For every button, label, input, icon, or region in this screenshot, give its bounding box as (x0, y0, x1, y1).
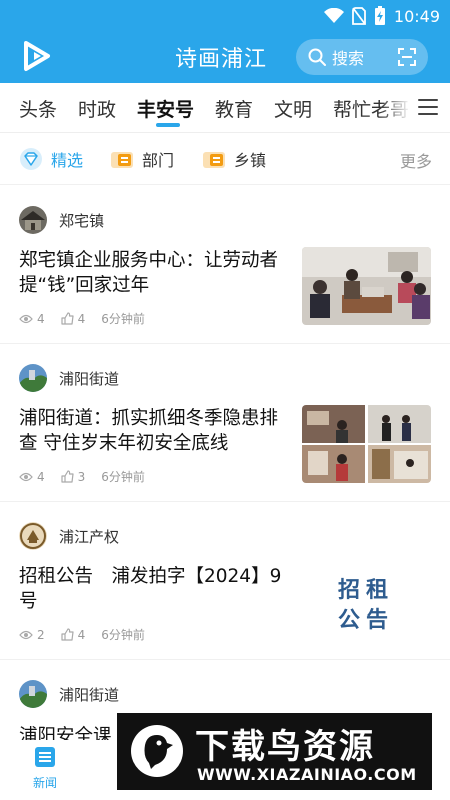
publish-time: 6分钟前 (101, 470, 145, 484)
status-time: 10:49 (393, 6, 440, 26)
avatar (19, 522, 47, 550)
tab-fengan[interactable]: 丰安号 (137, 95, 194, 122)
card-headline[interactable]: 浦阳街道：抓实抓细冬季隐患排查 守住岁末年初安全底线 (19, 406, 289, 456)
card-thumbnail[interactable] (302, 247, 431, 325)
author-name: 浦阳街道 (59, 369, 120, 388)
svg-text:招租: 招租 (338, 578, 394, 603)
tab-civilization[interactable]: 文明 (274, 95, 312, 122)
tab-politics[interactable]: 时政 (78, 95, 116, 122)
sub-filter-bar: 精选 部门 乡镇 更多 (0, 133, 450, 185)
avatar (19, 680, 47, 708)
menu-icon[interactable] (418, 99, 438, 115)
avatar (19, 364, 47, 392)
app-logo-icon[interactable] (22, 40, 52, 72)
thumbs-up-icon (61, 470, 74, 483)
sub-item-township[interactable]: 乡镇 (202, 147, 266, 171)
watermark-url: WWW.XIAZAINIAO.COM (197, 765, 417, 784)
thumbs-up-icon (61, 312, 74, 325)
card-author[interactable]: 郑宅镇 (19, 206, 104, 234)
township-icon (203, 152, 225, 168)
author-name: 浦江产权 (59, 527, 120, 546)
card-headline-partial[interactable]: 浦阳安全课 (19, 724, 112, 740)
card-meta: 4 4 6分钟前 (19, 310, 161, 327)
author-name: 郑宅镇 (59, 211, 105, 230)
nav-item-news[interactable]: 新闻 (28, 746, 62, 791)
category-tabs: 头条 时政 丰安号 教育 文明 帮忙老哥 (0, 83, 450, 133)
sub-item-township-label: 乡镇 (234, 151, 267, 170)
card-meta: 4 3 6分钟前 (19, 468, 161, 485)
avatar (19, 206, 47, 234)
card-thumbnail[interactable]: 招租 公告 (302, 563, 431, 641)
publish-time: 6分钟前 (101, 312, 145, 326)
thumbs-up-icon (61, 628, 74, 641)
news-feed: 郑宅镇 郑宅镇企业服务中心：让劳动者提“钱”回家过年 4 4 6分钟前 浦阳街道… (0, 186, 450, 714)
app-title: 诗画浦江 (175, 47, 268, 72)
news-card[interactable]: 浦江产权 招租公告 浦发拍字【2024】9号 2 4 6分钟前 招租 公告 (0, 502, 450, 660)
card-headline[interactable]: 郑宅镇企业服务中心：让劳动者提“钱”回家过年 (19, 248, 289, 298)
no-sim-icon (351, 7, 366, 25)
eye-icon (19, 472, 33, 481)
active-tab-indicator (156, 123, 180, 127)
sub-item-featured-label: 精选 (51, 151, 84, 170)
bottom-nav: 新闻 (0, 740, 117, 800)
bird-logo-icon (131, 725, 183, 777)
sub-item-department-label: 部门 (142, 151, 175, 170)
watermark-banner: 下载鸟资源 WWW.XIAZAINIAO.COM (117, 713, 432, 790)
department-icon (111, 152, 133, 168)
battery-charging-icon (374, 6, 385, 25)
status-bar: 10:49 (0, 0, 450, 30)
more-link[interactable]: 更多 (400, 148, 432, 172)
sub-item-featured[interactable]: 精选 (19, 147, 83, 171)
news-card[interactable]: 郑宅镇 郑宅镇企业服务中心：让劳动者提“钱”回家过年 4 4 6分钟前 (0, 186, 450, 344)
watermark-title: 下载鸟资源 (195, 727, 375, 767)
card-author[interactable]: 浦江产权 (19, 522, 119, 550)
card-author[interactable]: 浦阳街道 (19, 680, 119, 708)
card-author[interactable]: 浦阳街道 (19, 364, 119, 392)
scan-icon[interactable] (398, 48, 416, 66)
view-count: 4 (19, 312, 45, 326)
card-headline[interactable]: 招租公告 浦发拍字【2024】9号 (19, 564, 289, 614)
like-count: 4 (61, 628, 85, 642)
app-bar: 诗画浦江 搜索 (0, 34, 450, 80)
like-count: 4 (61, 312, 85, 326)
eye-icon (19, 314, 33, 323)
publish-time: 6分钟前 (101, 628, 145, 642)
search-icon (308, 48, 326, 66)
search-box[interactable]: 搜索 (296, 39, 428, 75)
app-screen: 10:49 诗画浦江 搜索 头条 时政 丰安号 教育 文明 帮忙老哥 精选 部门… (0, 0, 450, 800)
sub-item-department[interactable]: 部门 (110, 147, 174, 171)
diamond-icon (20, 148, 42, 170)
card-meta: 2 4 6分钟前 (19, 626, 161, 643)
like-count: 3 (61, 470, 85, 484)
search-label: 搜索 (332, 49, 365, 68)
status-icons: 10:49 (323, 6, 440, 26)
card-thumbnail[interactable] (302, 405, 431, 483)
header: 10:49 诗画浦江 搜索 (0, 0, 450, 83)
wifi-icon (323, 8, 344, 23)
notice-thumbnail-art: 招租 公告 (338, 578, 394, 633)
news-card[interactable]: 浦阳街道 浦阳街道：抓实抓细冬季隐患排查 守住岁末年初安全底线 4 3 6分钟前 (0, 344, 450, 502)
news-card[interactable]: 浦阳街道 (0, 660, 450, 714)
eye-icon (19, 630, 33, 639)
tab-headline[interactable]: 头条 (19, 95, 57, 122)
nav-item-news-label: 新闻 (32, 776, 57, 790)
view-count: 2 (19, 628, 45, 642)
news-icon (35, 747, 55, 767)
tabs-fade (380, 83, 410, 131)
author-name: 浦阳街道 (59, 685, 120, 704)
view-count: 4 (19, 470, 45, 484)
tab-education[interactable]: 教育 (215, 95, 253, 122)
svg-text:公告: 公告 (338, 608, 394, 633)
